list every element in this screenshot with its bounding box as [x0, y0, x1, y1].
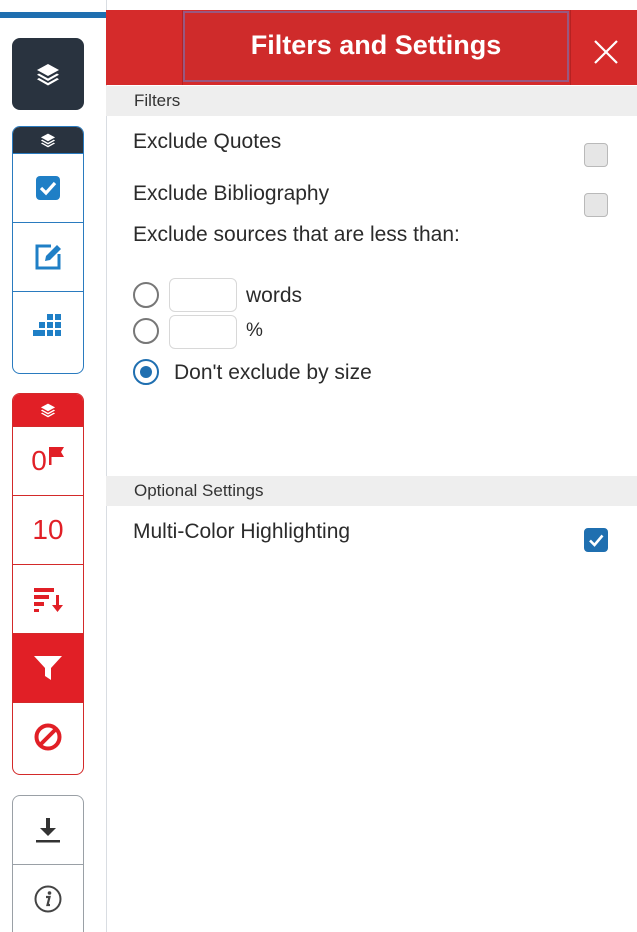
words-label: words [246, 284, 303, 307]
checkbox-icon [36, 176, 60, 200]
words-radio[interactable] [133, 282, 159, 308]
panel-title: Filters and Settings [250, 30, 502, 60]
optional-settings-header: Optional Settings [106, 476, 637, 506]
download-button[interactable] [13, 796, 83, 864]
multi-color-label: Multi-Color Highlighting [133, 520, 351, 543]
info-icon [34, 885, 62, 913]
header-divider [570, 10, 571, 85]
layers-icon [40, 403, 56, 418]
blue-group-header[interactable] [13, 127, 83, 153]
no-size-label: Don't exclude by size [174, 361, 372, 384]
filters-section-title: Filters [134, 91, 181, 110]
no-size-radio[interactable] [133, 359, 159, 385]
utility-group [12, 795, 84, 932]
filter-icon [34, 656, 62, 680]
multi-color-checkbox[interactable] [584, 528, 608, 552]
flags-button[interactable]: 0 [13, 426, 83, 495]
filters-settings-button[interactable] [13, 633, 83, 702]
close-icon [594, 40, 618, 64]
info-button[interactable] [13, 864, 83, 932]
block-icon [34, 723, 62, 751]
layers-button[interactable] [12, 38, 84, 110]
sort-icon [34, 588, 63, 612]
blue-layer-group [12, 126, 84, 374]
exclude-quotes-checkbox[interactable] [584, 143, 608, 167]
exclude-quotes-label: Exclude Quotes [133, 130, 282, 153]
check-icon [589, 534, 604, 547]
flag-count: 0 [31, 445, 47, 476]
grading-button[interactable] [13, 153, 83, 222]
layers-icon [37, 64, 59, 86]
percent-radio[interactable] [133, 318, 159, 344]
flag-icon [48, 447, 64, 465]
edit-icon [35, 244, 61, 270]
words-input[interactable] [169, 278, 237, 312]
radio-selected-dot [140, 366, 152, 378]
layers-icon [40, 133, 56, 148]
comments-button[interactable] [13, 222, 83, 291]
red-layer-group: 0 10 [12, 393, 84, 775]
exclude-bibliography-checkbox[interactable] [584, 193, 608, 217]
all-sources-button[interactable] [13, 564, 83, 633]
excluded-sources-button[interactable] [13, 702, 83, 771]
match-count: 10 [32, 514, 64, 545]
match-overview-button[interactable]: 10 [13, 495, 83, 564]
download-icon [36, 818, 60, 843]
filters-section-header: Filters [106, 86, 637, 116]
close-button[interactable] [584, 30, 628, 74]
rail-accent-bar [0, 12, 106, 18]
rubric-button[interactable] [13, 291, 83, 360]
grid-icon [33, 314, 61, 336]
red-group-header[interactable] [13, 394, 83, 426]
percent-input[interactable] [169, 315, 237, 349]
exclude-bibliography-label: Exclude Bibliography [133, 182, 330, 205]
optional-settings-title: Optional Settings [134, 481, 264, 500]
percent-label: % [246, 320, 263, 341]
exclude-size-label: Exclude sources that are less than: [133, 223, 460, 246]
